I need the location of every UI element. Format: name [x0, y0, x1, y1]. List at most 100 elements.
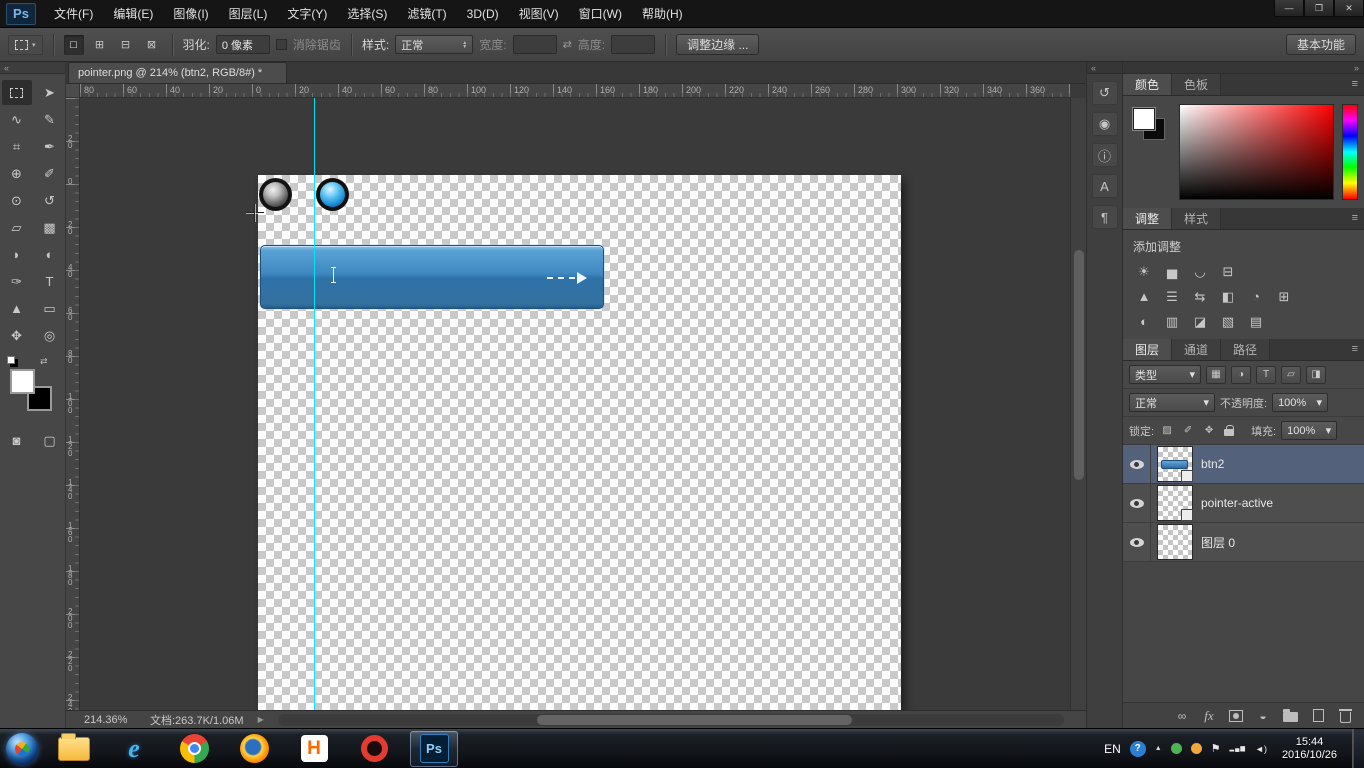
lock-position-icon[interactable]: ✥	[1201, 423, 1217, 439]
adjustment-levels-icon[interactable]: ▅	[1161, 262, 1183, 281]
info-panel-icon[interactable]: ⓘ	[1091, 143, 1118, 167]
delete-layer-icon[interactable]	[1338, 709, 1352, 723]
taskbar-hbuilder[interactable]: H	[290, 731, 338, 767]
adjustment-selective-color-icon[interactable]: ▤	[1245, 312, 1267, 331]
rectangle-tool[interactable]: ▭	[35, 296, 65, 321]
layer-row-btn2[interactable]: btn2	[1123, 445, 1364, 484]
layer-name[interactable]: 图层 0	[1201, 534, 1235, 551]
eraser-tool[interactable]: ▱	[2, 215, 32, 240]
adjustment-brightness-contrast-icon[interactable]: ☀	[1133, 262, 1155, 281]
brush-tool[interactable]: ✐	[35, 161, 65, 186]
height-input[interactable]	[611, 35, 656, 54]
new-layer-icon[interactable]	[1312, 709, 1324, 722]
swap-colors-icon[interactable]: ⇄	[40, 356, 48, 367]
tab-styles[interactable]: 样式	[1172, 208, 1222, 229]
adjustment-layer-icon[interactable]: ◒	[1256, 708, 1270, 724]
pen-tool[interactable]: ✑	[2, 269, 32, 294]
visibility-toggle[interactable]	[1123, 445, 1151, 483]
new-group-icon[interactable]	[1283, 709, 1298, 722]
filter-shape-icon[interactable]: ▱	[1281, 365, 1301, 384]
add-to-selection-button[interactable]: ⊞	[90, 35, 110, 55]
history-brush-tool[interactable]: ↺	[35, 188, 65, 213]
hue-slider[interactable]	[1342, 104, 1358, 200]
eyedropper-tool[interactable]: ✒	[35, 134, 65, 159]
foreground-color[interactable]	[10, 369, 35, 394]
menu-select[interactable]: 选择(S)	[337, 0, 397, 27]
minimize-button[interactable]: —	[1274, 0, 1304, 17]
tool-preset-picker[interactable]: ▾	[8, 34, 43, 55]
language-indicator[interactable]: EN	[1104, 742, 1121, 756]
history-panel-icon[interactable]: ↺	[1091, 81, 1118, 105]
taskbar-internet-explorer[interactable]: e	[110, 731, 158, 767]
tab-adjustments[interactable]: 调整	[1123, 208, 1173, 229]
menu-filter[interactable]: 滤镜(T)	[397, 0, 456, 27]
adjustment-threshold-icon[interactable]: ◪	[1189, 312, 1211, 331]
tray-orange-icon[interactable]	[1190, 743, 1202, 754]
lasso-tool[interactable]: ∿	[2, 107, 32, 132]
move-tool[interactable]: ➤	[35, 80, 65, 105]
character-panel-icon[interactable]: A	[1091, 174, 1118, 198]
default-colors-icon[interactable]	[7, 356, 15, 364]
new-selection-mode-button[interactable]: □	[63, 34, 84, 55]
layer-name[interactable]: pointer-active	[1201, 496, 1273, 510]
menu-view[interactable]: 视图(V)	[509, 0, 569, 27]
link-layers-icon[interactable]: ∞	[1175, 708, 1189, 724]
path-selection-tool[interactable]: ▲	[2, 296, 32, 321]
layer-row-pointer-active[interactable]: pointer-active	[1123, 484, 1364, 523]
opacity-select[interactable]: 100% ▾	[1272, 393, 1329, 412]
menu-file[interactable]: 文件(F)	[44, 0, 103, 27]
guide-line[interactable]	[314, 98, 315, 710]
dodge-tool[interactable]: ◐	[35, 242, 65, 267]
help-tray-icon[interactable]: ?	[1129, 740, 1146, 757]
properties-panel-icon[interactable]: ◉	[1091, 112, 1118, 136]
adjustment-photo-filter-icon[interactable]: ◔	[1245, 287, 1267, 306]
layer-name[interactable]: btn2	[1201, 457, 1224, 471]
visibility-toggle[interactable]	[1123, 523, 1151, 561]
document-canvas[interactable]	[258, 175, 901, 710]
adjustment-curves-icon[interactable]: ◡	[1189, 262, 1211, 281]
network-tray-icon[interactable]: ▂▄▆	[1230, 745, 1246, 752]
canvas-area[interactable]	[80, 98, 1070, 710]
action-center-flag-icon[interactable]: ⚑	[1211, 742, 1221, 755]
ruler-origin[interactable]	[66, 84, 80, 98]
layer-thumbnail[interactable]	[1157, 446, 1193, 482]
lock-transparency-icon[interactable]: ▨	[1159, 423, 1175, 439]
subtract-from-selection-button[interactable]: ⊟	[116, 35, 136, 55]
adjustment-channel-mixer-icon[interactable]: ⊞	[1273, 287, 1295, 306]
restore-button[interactable]: ❐	[1304, 0, 1334, 17]
paragraph-panel-icon[interactable]: ¶	[1091, 205, 1118, 229]
taskbar-chrome[interactable]	[170, 731, 218, 767]
antialias-checkbox[interactable]	[275, 39, 287, 50]
horizontal-scrollbar[interactable]	[277, 713, 1064, 726]
filter-type-icon[interactable]: T	[1256, 365, 1276, 384]
taskbar-explorer[interactable]	[50, 731, 98, 767]
adjustment-gradient-map-icon[interactable]: ▧	[1217, 312, 1239, 331]
horizontal-ruler[interactable]: 80 60 40 20 0 20 40 60 80 100 120 140 16…	[80, 84, 1070, 98]
lock-pixels-icon[interactable]: ✐	[1180, 423, 1196, 439]
blend-mode-select[interactable]: 正常 ▾	[1129, 393, 1215, 412]
crop-tool[interactable]: ⌗	[2, 134, 32, 159]
menu-window[interactable]: 窗口(W)	[569, 0, 632, 27]
collapse-panels-button[interactable]: »	[1123, 62, 1364, 74]
menu-edit[interactable]: 编辑(E)	[103, 0, 163, 27]
layer-thumbnail[interactable]	[1157, 485, 1193, 521]
document-tab[interactable]: pointer.png @ 214% (btn2, RGB/8#) *	[68, 62, 288, 83]
panel-menu-icon[interactable]: ≡	[1352, 78, 1358, 90]
start-button[interactable]	[6, 732, 38, 765]
zoom-tool[interactable]: ◎	[35, 323, 65, 348]
adjustment-vibrance-icon[interactable]: ▲	[1133, 287, 1155, 306]
menu-3d[interactable]: 3D(D)	[457, 0, 509, 27]
screen-mode-button[interactable]: ▢	[35, 428, 65, 453]
add-mask-icon[interactable]	[1229, 709, 1243, 722]
swap-dimensions-icon[interactable]: ⇄	[563, 38, 572, 51]
hand-tool[interactable]: ✥	[2, 323, 32, 348]
menu-type[interactable]: 文字(Y)	[277, 0, 337, 27]
menu-layer[interactable]: 图层(L)	[219, 0, 278, 27]
visibility-toggle[interactable]	[1123, 484, 1151, 522]
fill-select[interactable]: 100% ▾	[1281, 421, 1338, 440]
horizontal-scrollbar-thumb[interactable]	[537, 714, 852, 725]
adjustment-exposure-icon[interactable]: ⊟	[1217, 262, 1239, 281]
vertical-ruler[interactable]: 20 0 20 40 60 80 100 120 140 160 180 200…	[66, 98, 80, 710]
taskbar-firefox[interactable]	[230, 731, 278, 767]
adjustment-hue-saturation-icon[interactable]: ☰	[1161, 287, 1183, 306]
